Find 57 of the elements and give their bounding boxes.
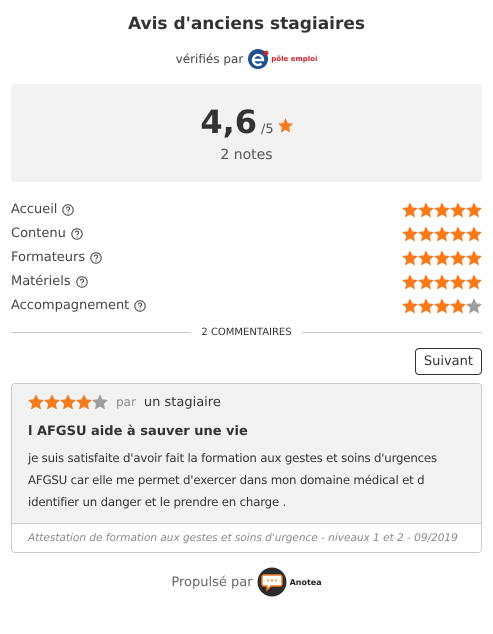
star-icon	[60, 394, 76, 410]
help-icon	[90, 252, 102, 264]
star-icon	[466, 250, 482, 266]
star-icon	[466, 202, 482, 218]
star-icon	[434, 274, 450, 290]
average-score: 4,6	[200, 103, 258, 141]
help-icon	[62, 204, 74, 216]
comment-text: je suis satisfaite d'avoir fait la formation aux gestes et soins d'urgences AFGSU car elle me permet d'exercer dans mon domaine médical et d identifier un danger et le prendre en charge .	[28, 450, 438, 511]
star-icon	[450, 250, 466, 266]
author-name: un stagiaire	[144, 394, 221, 410]
star-icon	[92, 394, 108, 410]
score-scale: /5	[261, 122, 274, 137]
page-title: Avis d'anciens stagiaires	[126, 14, 366, 34]
star-icon	[402, 274, 418, 290]
star-icon	[434, 226, 450, 242]
star-icon	[466, 298, 482, 314]
logo-text: Anotea	[290, 578, 322, 586]
star-icon	[418, 202, 434, 218]
star-icon	[466, 226, 482, 242]
star-icon	[402, 250, 418, 266]
criterion-label: Formateurs	[11, 250, 86, 265]
powered-label: Propulsé par	[171, 574, 253, 590]
star-icon	[450, 226, 466, 242]
star-icon	[450, 274, 466, 290]
by-label: par	[116, 395, 136, 409]
star-icon	[434, 298, 450, 314]
star-icon	[434, 202, 450, 218]
star-icon	[450, 298, 466, 314]
star-icon	[418, 250, 434, 266]
criterion-label: Accueil	[11, 202, 58, 217]
star-icon	[402, 298, 418, 314]
rating-count: 2 notes	[220, 147, 273, 163]
logo-icon	[247, 48, 270, 70]
star-icon	[434, 250, 450, 266]
star-icon	[418, 298, 434, 314]
star-icon	[278, 118, 293, 133]
comment-title: l AFGSU aide à sauver une vie	[28, 424, 249, 439]
criterion-label: Accompagnement	[11, 298, 130, 313]
star-icon	[44, 394, 60, 410]
star-icon	[466, 274, 482, 290]
star-icon	[402, 202, 418, 218]
star-icon	[450, 202, 466, 218]
verified-label: vérifiés par	[176, 52, 244, 66]
star-icon	[76, 394, 92, 410]
training-name: Attestation de formation aux gestes et soins d'urgence - niveaux 1 et 2 - 09/2019	[12, 523, 481, 552]
star-icon	[418, 226, 434, 242]
help-icon	[70, 228, 83, 240]
speech-bubble-icon	[256, 567, 287, 597]
comments-heading: 2 COMMENTAIRES	[201, 327, 292, 338]
star-icon	[28, 394, 44, 410]
criterion-label: Contenu	[11, 226, 66, 241]
help-icon	[76, 276, 88, 288]
help-icon	[134, 300, 146, 312]
star-icon	[402, 226, 418, 242]
criterion-label: Matériels	[11, 274, 71, 289]
next-button[interactable]: Suivant	[414, 348, 482, 375]
star-icon	[418, 274, 434, 290]
